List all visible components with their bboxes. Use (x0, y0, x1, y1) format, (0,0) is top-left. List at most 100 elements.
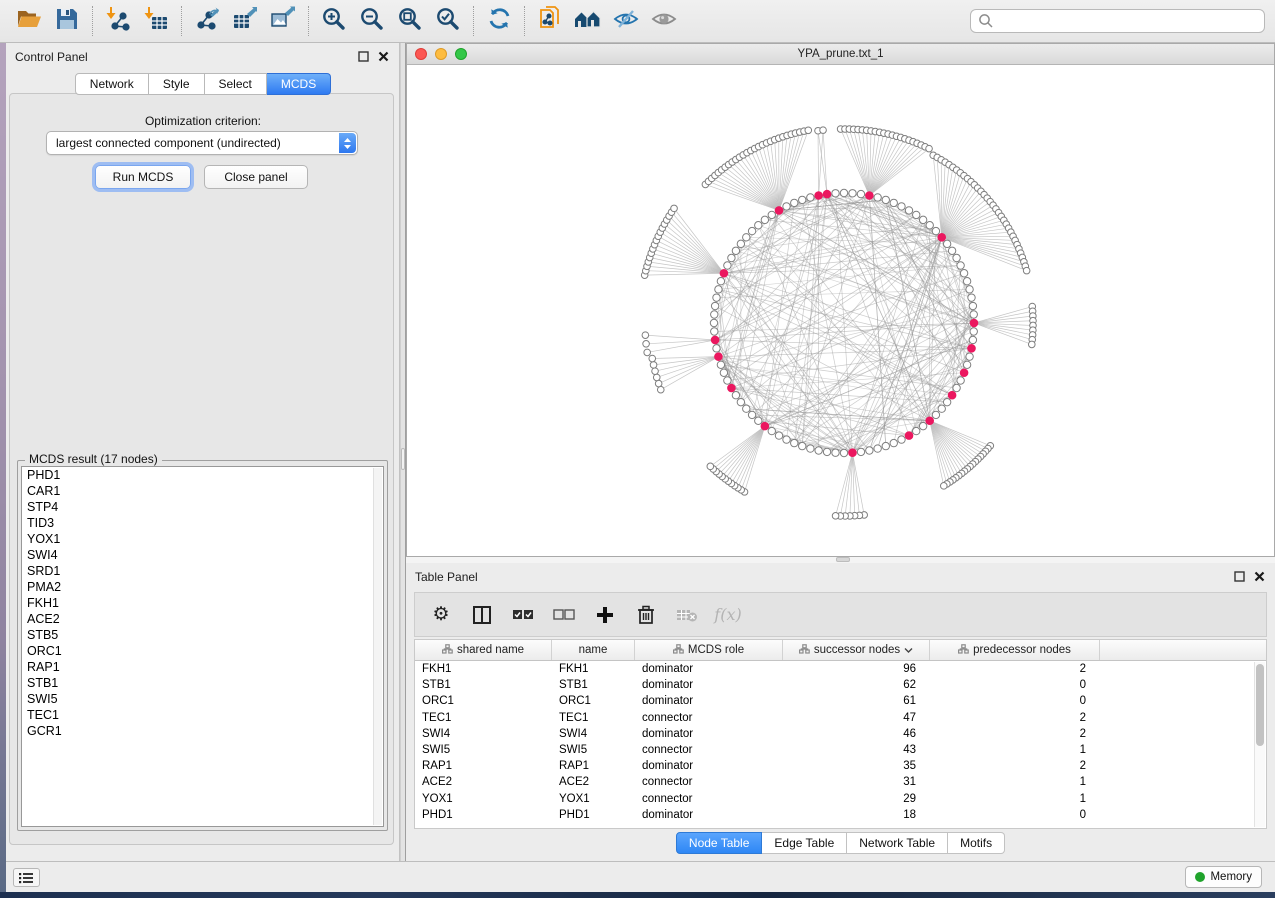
show-all-button[interactable] (645, 4, 683, 38)
table-row[interactable]: TEC1TEC1connector472 (415, 710, 1266, 726)
list-item[interactable]: YOX1 (22, 531, 383, 547)
export-table-button[interactable] (226, 4, 264, 38)
list-item[interactable]: CAR1 (22, 483, 383, 499)
column-header-shared-name[interactable]: shared name (415, 640, 552, 660)
close-panel-icon[interactable] (377, 50, 390, 63)
run-mcds-button[interactable]: Run MCDS (95, 165, 191, 189)
table-row[interactable]: ACE2ACE2connector311 (415, 774, 1266, 790)
close-panel-icon[interactable] (1253, 570, 1266, 583)
zoom-selected-button[interactable] (429, 4, 467, 38)
table-header-row: shared namenameMCDS rolesuccessor nodesp… (415, 640, 1266, 661)
tab-node-table[interactable]: Node Table (676, 832, 763, 854)
tab-network-table[interactable]: Network Table (847, 832, 948, 854)
table-scrollbar[interactable] (1254, 662, 1265, 827)
network-overview-button[interactable] (569, 4, 607, 38)
open-session-button[interactable] (10, 4, 48, 38)
zoom-fit-button[interactable] (391, 4, 429, 38)
save-floppy-icon (55, 7, 79, 36)
column-header-MCDS-role[interactable]: MCDS role (635, 640, 783, 660)
list-item[interactable]: TID3 (22, 515, 383, 531)
table-row[interactable]: SWI5SWI5connector431 (415, 742, 1266, 758)
export-image-button[interactable] (264, 4, 302, 38)
control-panel-title: Control Panel (15, 50, 88, 64)
column-header-successor-nodes[interactable]: successor nodes (783, 640, 930, 660)
list-item[interactable]: FKH1 (22, 595, 383, 611)
network-window: YPA_prune.txt_1 (406, 43, 1275, 557)
import-table-button[interactable] (137, 4, 175, 38)
maximize-window-button[interactable] (455, 48, 467, 60)
table-row[interactable]: PHD1PHD1dominator180 (415, 807, 1266, 823)
function-builder-button[interactable]: f(x) (716, 603, 740, 627)
task-history-button[interactable] (13, 868, 40, 887)
close-panel-button[interactable]: Close panel (204, 165, 308, 189)
memory-button[interactable]: Memory (1185, 866, 1262, 888)
table-row[interactable]: SWI4SWI4dominator462 (415, 726, 1266, 742)
delete-column-button[interactable] (634, 603, 658, 627)
table-cell: SWI5 (415, 744, 552, 756)
table-cell: 2 (930, 760, 1100, 772)
deselect-all-rows-button[interactable] (552, 603, 576, 627)
tab-mcds[interactable]: MCDS (267, 73, 331, 95)
splitter-grip[interactable] (836, 557, 850, 562)
refresh-layout-button[interactable] (480, 4, 518, 38)
tab-motifs[interactable]: Motifs (948, 832, 1005, 854)
network-canvas[interactable] (407, 65, 1274, 556)
delete-table-button[interactable] (675, 603, 699, 627)
table-row[interactable]: STB1STB1dominator620 (415, 677, 1266, 693)
table-scrollbar-thumb[interactable] (1256, 664, 1264, 746)
save-session-button[interactable] (48, 4, 86, 38)
node-table[interactable]: shared namenameMCDS rolesuccessor nodesp… (414, 639, 1267, 829)
list-item[interactable]: STB5 (22, 627, 383, 643)
list-item[interactable]: SRD1 (22, 563, 383, 579)
list-item[interactable]: SWI4 (22, 547, 383, 563)
table-options-button[interactable]: ⚙ (429, 603, 453, 627)
list-item[interactable]: STB1 (22, 675, 383, 691)
float-panel-icon[interactable] (1233, 570, 1246, 583)
column-header-predecessor-nodes[interactable]: predecessor nodes (930, 640, 1100, 660)
close-window-button[interactable] (415, 48, 427, 60)
network-window-titlebar[interactable]: YPA_prune.txt_1 (407, 44, 1274, 65)
table-row[interactable]: ORC1ORC1dominator610 (415, 693, 1266, 709)
list-item[interactable]: RAP1 (22, 659, 383, 675)
minimize-window-button[interactable] (435, 48, 447, 60)
tab-edge-table[interactable]: Edge Table (762, 832, 847, 854)
list-item[interactable]: PHD1 (22, 467, 383, 483)
zoom-in-button[interactable] (315, 4, 353, 38)
table-row[interactable]: FKH1FKH1dominator962 (415, 661, 1266, 677)
list-icon (19, 872, 34, 884)
import-network-button[interactable] (99, 4, 137, 38)
mcds-result-list[interactable]: PHD1CAR1STP4TID3YOX1SWI4SRD1PMA2FKH1ACE2… (21, 466, 384, 827)
column-manager-button[interactable] (470, 603, 494, 627)
export-network-button[interactable] (188, 4, 226, 38)
tab-style[interactable]: Style (149, 73, 205, 95)
table-cell: 47 (783, 712, 930, 724)
select-all-rows-button[interactable] (511, 603, 535, 627)
table-cell: 43 (783, 744, 930, 756)
hide-selected-button[interactable] (607, 4, 645, 38)
table-cell: connector (635, 744, 783, 756)
result-list-scrollbar[interactable] (373, 468, 382, 825)
list-item[interactable]: GCR1 (22, 723, 383, 739)
search-input[interactable] (970, 9, 1265, 33)
refresh-icon (487, 6, 512, 36)
duplicate-network-button[interactable] (531, 4, 569, 38)
table-tabs: Node TableEdge TableNetwork TableMotifs (406, 832, 1275, 854)
list-item[interactable]: ACE2 (22, 611, 383, 627)
float-panel-icon[interactable] (357, 50, 370, 63)
zoom-out-button[interactable] (353, 4, 391, 38)
table-cell: connector (635, 793, 783, 805)
list-item[interactable]: TEC1 (22, 707, 383, 723)
table-row[interactable]: YOX1YOX1connector291 (415, 791, 1266, 807)
table-row[interactable]: RAP1RAP1dominator352 (415, 758, 1266, 774)
add-column-button[interactable] (593, 603, 617, 627)
splitter-grip[interactable] (401, 448, 405, 470)
tab-network[interactable]: Network (75, 73, 149, 95)
table-cell: dominator (635, 695, 783, 707)
list-item[interactable]: SWI5 (22, 691, 383, 707)
list-item[interactable]: PMA2 (22, 579, 383, 595)
optimization-dropdown[interactable]: largest connected component (undirected) (46, 131, 358, 155)
column-header-name[interactable]: name (552, 640, 635, 660)
list-item[interactable]: ORC1 (22, 643, 383, 659)
list-item[interactable]: STP4 (22, 499, 383, 515)
tab-select[interactable]: Select (205, 73, 267, 95)
